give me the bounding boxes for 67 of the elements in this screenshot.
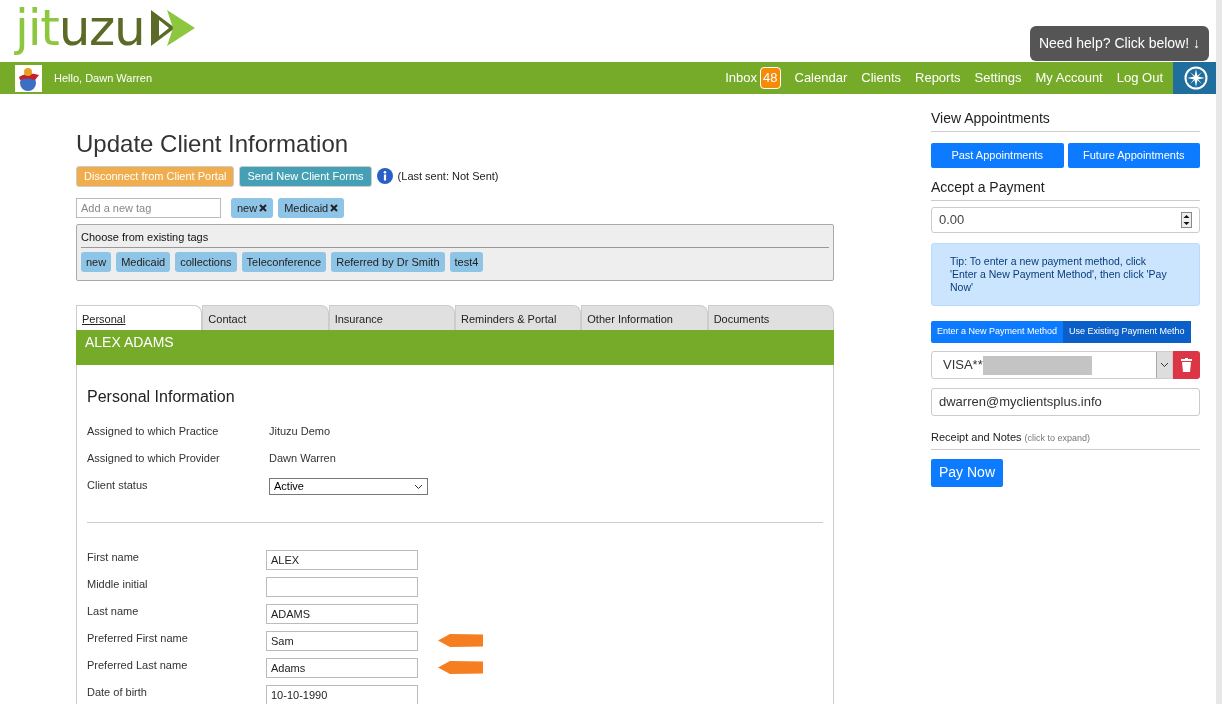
avatar-icon: [15, 64, 42, 92]
field-label: Middle initial: [87, 577, 149, 592]
tip-text: Tip: To enter a new payment method, click 'Enter a New Payment Method', then click 'Pay Now': [931, 243, 1200, 306]
payment-method-toggle[interactable]: Enter a New Payment Method: [931, 321, 1064, 343]
text-input[interactable]: ALEX: [266, 550, 418, 570]
spinner-icon[interactable]: [1181, 212, 1192, 228]
compass-button[interactable]: [1173, 62, 1218, 94]
tab[interactable]: Contact: [202, 305, 329, 330]
section-heading: View Appointments: [931, 108, 1200, 132]
tag-chip[interactable]: new: [81, 251, 112, 272]
card-text: VISA**: [943, 356, 983, 375]
remove-icon[interactable]: [330, 203, 339, 212]
text-input[interactable]: ADAMS: [266, 604, 418, 624]
count-badge: 48: [760, 67, 781, 89]
card-select[interactable]: VISA**: [931, 351, 1173, 379]
applied-tag[interactable]: Medicaid: [278, 197, 345, 218]
client-name-banner: ALEX ADAMS: [76, 330, 834, 365]
page-title: Update Client Information: [76, 130, 350, 158]
logo[interactable]: jituzu: [15, 0, 199, 56]
field-value: Dawn Warren: [269, 451, 336, 464]
field-label: Preferred First name: [87, 631, 189, 646]
section-heading: Accept a Payment: [931, 177, 1200, 201]
appointments-button[interactable]: Past Appointments: [931, 143, 1064, 168]
appointments-button[interactable]: Future Appointments: [1067, 143, 1200, 168]
tab[interactable]: Personal: [76, 305, 203, 330]
tag-chip[interactable]: Teleconference: [241, 251, 327, 272]
field-label: Date of birth: [87, 685, 148, 700]
payment-method-toggle[interactable]: Use Existing Payment Metho: [1063, 321, 1191, 343]
field-value: Jituzu Demo: [269, 424, 331, 437]
remove-icon[interactable]: [259, 203, 268, 212]
tab[interactable]: Documents: [707, 305, 834, 330]
field-label: Last name: [87, 604, 140, 619]
expand-hint: (click to expand): [1024, 432, 1091, 445]
status-select[interactable]: Active: [269, 478, 428, 495]
info-icon[interactable]: [376, 168, 393, 185]
tag-chip[interactable]: test4: [449, 251, 484, 272]
amount-field[interactable]: 0.00: [931, 207, 1200, 233]
text-input[interactable]: Sam: [266, 631, 418, 651]
tab[interactable]: Insurance: [328, 305, 455, 330]
field-label: Client status: [87, 478, 149, 491]
tag-chip[interactable]: collections: [175, 251, 237, 272]
section-title: Personal Information: [87, 387, 236, 407]
pay-now-button[interactable]: Pay Now: [931, 458, 1004, 487]
chevron-icon: [1160, 362, 1169, 368]
text-input[interactable]: 10-10-1990: [266, 685, 418, 704]
chevron-icon: [414, 483, 423, 490]
tag-chip[interactable]: Medicaid: [116, 251, 171, 272]
help-tooltip[interactable]: Need help? Click below! ↓: [1029, 26, 1209, 61]
delete-button[interactable]: [1173, 351, 1200, 379]
last-sent-text: (Last sent: Not Sent): [397, 169, 499, 184]
field-label: Assigned to which Practice: [87, 424, 220, 437]
field-label: First name: [87, 550, 140, 565]
field-label: Preferred Last name: [87, 658, 189, 673]
tab[interactable]: Reminders & Portal: [455, 305, 582, 330]
trash-icon: [1181, 358, 1192, 372]
receipt-label[interactable]: Receipt and Notes: [931, 429, 1022, 446]
field-label: Assigned to which Provider: [87, 451, 221, 464]
panel-title: Choose from existing tags: [81, 229, 829, 248]
tag-input[interactable]: Add a new tag: [76, 197, 221, 218]
tag-chip[interactable]: Referred by Dr Smith: [331, 251, 445, 272]
applied-tag[interactable]: new: [231, 197, 274, 218]
text-input[interactable]: [266, 577, 418, 597]
tab[interactable]: Other Information: [581, 305, 708, 330]
email-field[interactable]: dwarren@myclientsplus.info: [931, 388, 1200, 416]
compass-icon: [1183, 66, 1208, 90]
greeting-text: Hello, Dawn Warren: [54, 70, 152, 86]
text-input[interactable]: Adams: [266, 658, 418, 678]
